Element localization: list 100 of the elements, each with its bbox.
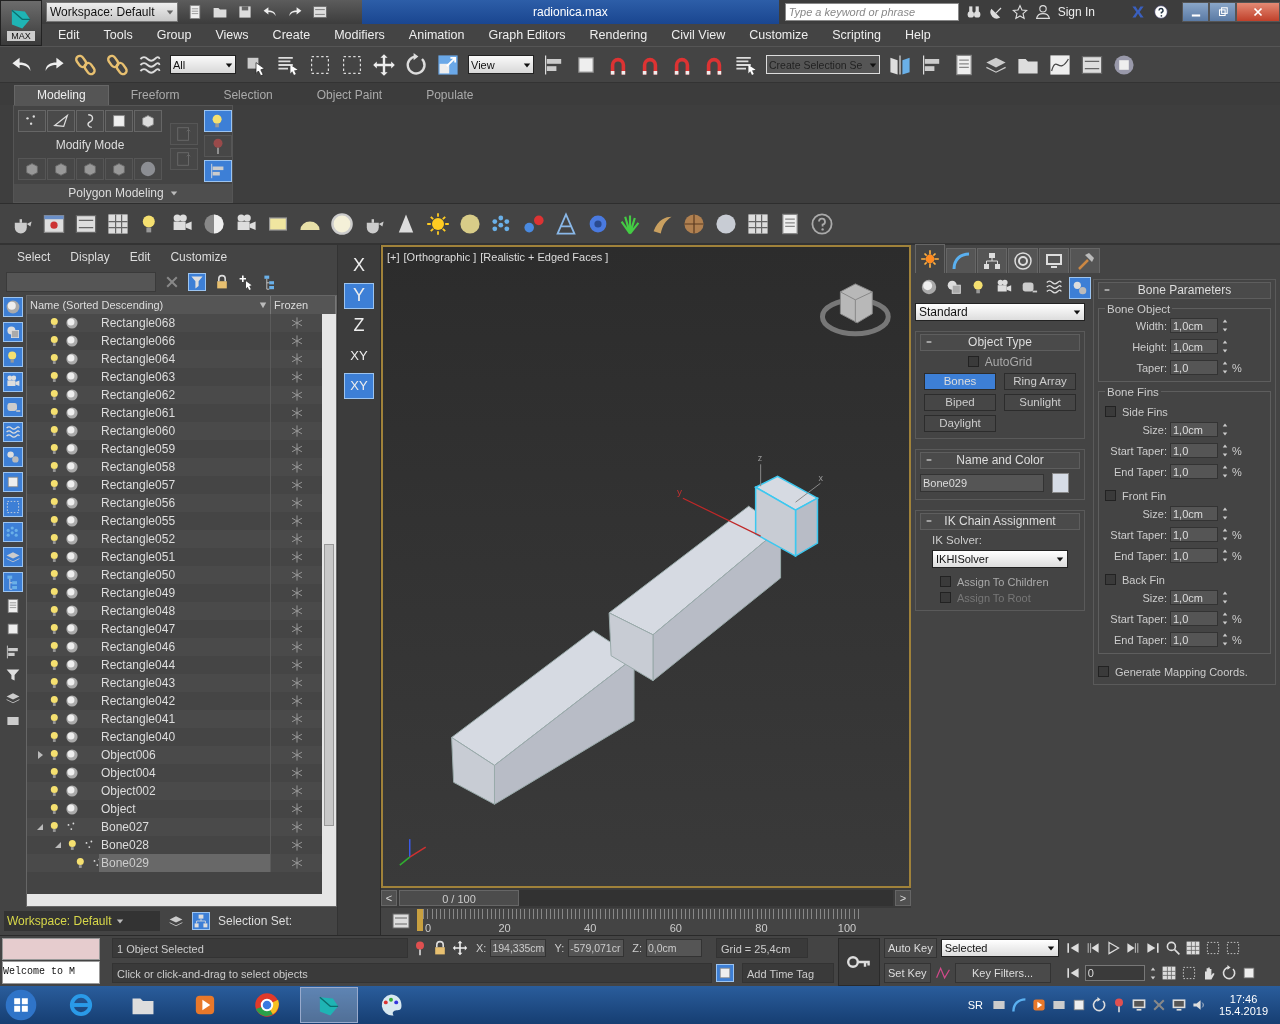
sign-in-link[interactable]: Sign In (1057, 5, 1095, 19)
object-name[interactable]: Rectangle049 (99, 583, 271, 602)
next-frame-button[interactable]: > (895, 889, 911, 906)
object-name[interactable]: Rectangle061 (99, 403, 271, 422)
menu-item[interactable]: Help (892, 28, 943, 42)
y-coordinate-field[interactable]: -579,071cr (568, 939, 625, 958)
axis-label: x (818, 472, 823, 483)
object-name[interactable]: Rectangle047 (99, 619, 271, 638)
track-bar[interactable]: 0 20 40 60 80 100 (419, 908, 861, 934)
ribbon-tab[interactable]: Freeform (108, 86, 202, 105)
spinner-field[interactable]: 1,0 (1170, 464, 1218, 480)
current-frame-field[interactable]: 0 (1084, 965, 1145, 982)
viewport[interactable]: [+] [Orthographic ] [Realistic + Edged Faces ] z x y (381, 244, 911, 888)
menu-item[interactable]: Modifiers (322, 28, 397, 42)
menu-item[interactable]: Rendering (577, 28, 660, 42)
column-header[interactable]: Name (Sorted Descending) (27, 295, 271, 314)
workspace-dropdown[interactable]: Workspace: Default (46, 2, 178, 22)
panel-footer[interactable]: Polygon Modeling (68, 186, 164, 200)
spinner-field[interactable]: 1,0 (1170, 360, 1218, 376)
object-name[interactable]: Rectangle055 (99, 511, 271, 530)
maxscript-output[interactable]: Welcome to M (2, 961, 100, 984)
menu-item[interactable]: Civil View (659, 28, 738, 42)
object-name[interactable]: Rectangle044 (99, 655, 271, 674)
spinner-field[interactable]: 1,0cm (1170, 506, 1218, 522)
axis-constraint-button[interactable]: XY (344, 342, 374, 369)
object-name[interactable]: Bone028 (99, 835, 271, 854)
spinner-field[interactable]: 1,0cm (1170, 318, 1218, 334)
menu-item[interactable]: Customize (737, 28, 821, 42)
spinner-field[interactable]: 1,0 (1170, 527, 1218, 543)
spinner-field[interactable]: 1,0cm (1170, 590, 1218, 606)
menu-item[interactable]: Edit (46, 28, 92, 42)
object-name[interactable]: Object004 (99, 763, 271, 782)
coordinate-label: X: (476, 942, 487, 955)
key-mode-dropdown[interactable]: Selected (940, 939, 1059, 958)
spinner-field[interactable]: 1,0 (1170, 548, 1218, 564)
selection-set-label: Selection Set: (218, 913, 293, 928)
subcategory-dropdown[interactable]: Standard (915, 302, 1085, 321)
reference-coordinate-dropdown[interactable]: View (468, 55, 534, 75)
ik-solver-dropdown[interactable]: IKHISolver (932, 549, 1068, 568)
menu-item[interactable]: Views (203, 28, 261, 42)
spinner-field[interactable]: 1,0 (1170, 632, 1218, 648)
object-name[interactable]: Rectangle042 (99, 691, 271, 710)
object-name[interactable]: Object (99, 799, 271, 818)
column-header[interactable]: Frozen (271, 295, 336, 314)
clock-time[interactable]: 17:46 (1229, 992, 1258, 1005)
menu-item[interactable]: Group (144, 28, 204, 42)
viewport-label[interactable]: [+] (387, 250, 400, 263)
menu-item[interactable]: Scripting (820, 28, 893, 42)
axis-constraint-button[interactable]: Z (344, 312, 374, 339)
spinner-field[interactable]: 1,0cm (1170, 422, 1218, 438)
viewport-label[interactable]: [Realistic + Edged Faces ] (480, 250, 609, 263)
object-type-button[interactable]: Daylight (924, 414, 996, 432)
object-type-button[interactable]: Biped (924, 393, 996, 411)
ribbon-tab[interactable]: Modeling (14, 85, 109, 105)
previous-frame-button[interactable]: < (381, 889, 397, 906)
key-filters-button[interactable]: Key Filters... (954, 963, 1051, 984)
viewport-label[interactable]: [Orthographic ] (403, 250, 477, 263)
object-name[interactable]: Rectangle059 (99, 439, 271, 458)
ribbon-tab[interactable]: Object Paint (294, 86, 405, 105)
menu-item[interactable]: Tools (91, 28, 145, 42)
menu-item[interactable]: Graph Editors (476, 28, 578, 42)
rollout-header[interactable]: Object Type (920, 333, 1080, 351)
object-name[interactable]: Rectangle051 (99, 547, 271, 566)
menu-item[interactable]: Animation (396, 28, 477, 42)
ribbon-tab[interactable]: Populate (404, 86, 496, 105)
axis-constraint-button[interactable]: XY (344, 372, 374, 399)
ribbon-tab[interactable]: Selection (201, 86, 295, 105)
z-coordinate-field[interactable]: 0,0cm (646, 939, 702, 958)
axis-constraint-button[interactable]: Y (344, 282, 374, 309)
object-type-button[interactable]: Ring Array (1004, 372, 1076, 390)
auto-key-button[interactable]: Auto Key (884, 938, 937, 959)
object-name[interactable]: Rectangle066 (99, 331, 271, 350)
explorer-menu-item[interactable]: Select (9, 249, 59, 264)
menu-item[interactable]: Create (260, 28, 323, 42)
axis-constraint-button[interactable]: X (344, 252, 374, 279)
rollout-header[interactable]: IK Chain Assignment (920, 512, 1080, 530)
time-slider-handle[interactable]: 0 / 100 (399, 889, 519, 906)
explorer-menu-item[interactable]: Edit (121, 249, 159, 264)
spinner-field[interactable]: 1,0 (1170, 443, 1218, 459)
object-name[interactable]: Rectangle057 (99, 475, 271, 494)
name-field[interactable]: Bone029 (920, 473, 1044, 492)
rollout-header[interactable]: Bone Parameters (1098, 281, 1271, 299)
spinner-field[interactable]: 1,0 (1170, 611, 1218, 627)
search-field[interactable]: Type a keyword or phrase (784, 3, 959, 21)
object-type-button[interactable]: Sunlight (1004, 393, 1076, 411)
clock-date[interactable]: 15.4.2019 (1219, 1004, 1268, 1017)
spinner-field[interactable]: 1,0cm (1170, 339, 1218, 355)
selection-filter-dropdown[interactable]: All (170, 55, 236, 75)
rollout-header[interactable]: Name and Color (920, 451, 1080, 469)
workspace-dropdown[interactable]: Workspace: Default (4, 910, 160, 931)
language-indicator[interactable]: SR (967, 998, 984, 1011)
panel-footer-bar[interactable]: Polygon Modeling (14, 184, 232, 202)
set-key-mode-button[interactable]: Set Key (884, 963, 931, 984)
explorer-menu-item[interactable]: Customize (162, 249, 236, 264)
object-name[interactable]: Rectangle040 (99, 727, 271, 746)
application-button[interactable]: MAX (0, 0, 42, 46)
explorer-menu-item[interactable]: Display (62, 249, 118, 264)
x-coordinate-field[interactable]: 194,335cm (490, 939, 547, 958)
object-name[interactable]: Rectangle063 (99, 367, 271, 386)
add-time-tag-button[interactable]: Add Time Tag (742, 963, 834, 984)
